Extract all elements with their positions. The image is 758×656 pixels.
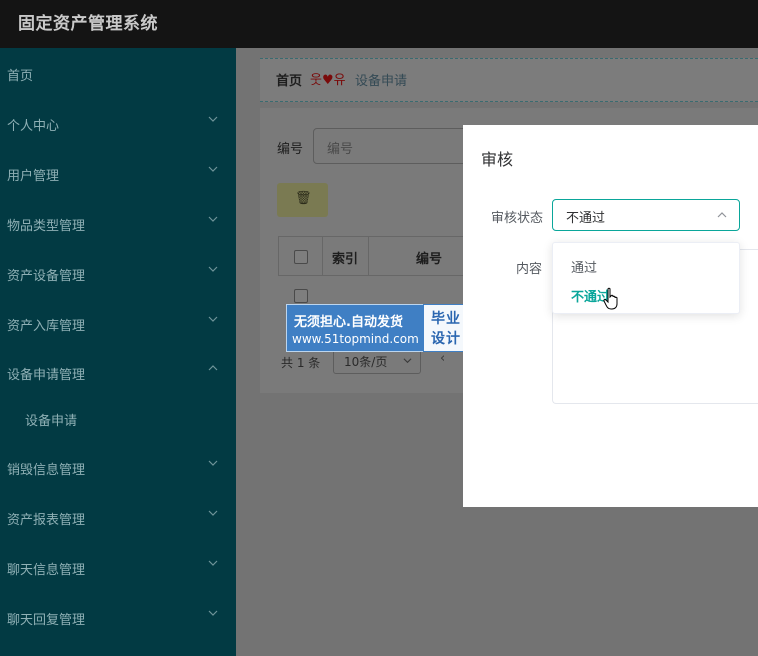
watermark-badge: 无须担心.自动发货 www.51topmind.com 毕业 设计 [286, 304, 470, 352]
sidebar-item-asset-stock-in-management[interactable]: 资产入库管理 [0, 305, 236, 341]
sidebar-item-label: 聊天回复管理 [7, 613, 86, 628]
sidebar-item-label: 首页 [7, 69, 34, 84]
row-checkbox[interactable] [294, 289, 308, 303]
search-input[interactable]: 编号 [313, 128, 485, 164]
sidebar-item-label: 资产入库管理 [7, 319, 86, 334]
page-size-value: 10条/页 [344, 355, 388, 369]
status-option-pass[interactable]: 通过 [571, 257, 597, 276]
sidebar-item-label: 资产设备管理 [7, 269, 86, 284]
search-label: 编号 [277, 142, 304, 157]
status-select-value: 不通过 [566, 211, 606, 226]
chevron-up-icon [208, 365, 218, 371]
table-header-index: 索引 [322, 236, 370, 276]
sidebar-item-item-type-management[interactable]: 物品类型管理 [0, 205, 236, 241]
watermark-logo-text: 毕业 [431, 311, 461, 327]
dialog-title: 审核 [481, 150, 514, 169]
chevron-down-icon [208, 510, 218, 516]
status-label: 审核状态 [491, 211, 544, 226]
chevron-down-icon [208, 216, 218, 222]
watermark-url: www.51topmind.com [292, 332, 419, 346]
chevron-down-icon [208, 460, 218, 466]
trash-icon: 🗑 [295, 191, 312, 206]
sidebar-item-personal-center[interactable]: 个人中心 [0, 105, 236, 141]
search-placeholder: 编号 [327, 142, 354, 157]
delete-button[interactable]: 🗑 [277, 183, 328, 217]
chevron-down-icon [208, 610, 218, 616]
breadcrumb-current: 设备申请 [355, 74, 408, 89]
watermark-text: 无须担心.自动发货 [294, 315, 403, 330]
sidebar-item-user-management[interactable]: 用户管理 [0, 155, 236, 191]
content-label: 内容 [516, 262, 543, 277]
chevron-down-icon [208, 560, 218, 566]
breadcrumb-separator: 웃♥유 [310, 73, 346, 88]
sidebar: 首页 个人中心 用户管理 物品类型管理 资产设备管理 资产入库管理 设备申请管理… [0, 48, 236, 656]
sidebar-item-destruction-info-management[interactable]: 销毁信息管理 [0, 449, 236, 485]
sidebar-item-label: 用户管理 [7, 169, 60, 184]
sidebar-item-chat-reply-management[interactable]: 聊天回复管理 [0, 599, 236, 635]
select-all-checkbox[interactable] [294, 250, 308, 264]
chevron-down-icon [208, 116, 218, 122]
pagination-total: 共 1 条 [281, 356, 321, 370]
sidebar-item-label: 设备申请 [25, 414, 78, 429]
chevron-up-icon [717, 212, 727, 218]
sidebar-item-home[interactable]: 首页 [0, 55, 236, 91]
table-header-select [278, 236, 324, 276]
sidebar-item-label: 设备申请管理 [7, 368, 86, 383]
review-dialog: 审核 审核状态 不通过 内容 通过 不通过 [463, 125, 758, 507]
sidebar-item-device-request-management[interactable]: 设备申请管理 [0, 354, 236, 390]
app-title: 固定资产管理系统 [18, 14, 158, 34]
prev-page-button[interactable]: ‹ [440, 351, 445, 366]
chevron-down-icon [208, 266, 218, 272]
breadcrumb-home[interactable]: 首页 [276, 70, 302, 89]
chevron-down-icon [403, 358, 412, 364]
table-header-label: 索引 [332, 252, 359, 267]
sidebar-item-label: 销毁信息管理 [7, 463, 86, 478]
top-bar: 固定资产管理系统 [0, 0, 758, 48]
sidebar-subitem-device-request[interactable]: 设备申请 [0, 400, 236, 436]
sidebar-item-asset-device-management[interactable]: 资产设备管理 [0, 255, 236, 291]
breadcrumb: 首页 웃♥유 设备申请 [260, 58, 758, 102]
sidebar-item-asset-report-management[interactable]: 资产报表管理 [0, 499, 236, 535]
sidebar-item-label: 聊天信息管理 [7, 563, 86, 578]
watermark-logo-text: 设计 [431, 331, 461, 347]
sidebar-item-chat-info-management[interactable]: 聊天信息管理 [0, 549, 236, 585]
table-header-label: 编号 [416, 252, 443, 267]
chevron-down-icon [208, 166, 218, 172]
sidebar-item-label: 物品类型管理 [7, 219, 86, 234]
sidebar-item-label: 资产报表管理 [7, 513, 86, 528]
sidebar-item-label: 个人中心 [7, 119, 60, 134]
status-select[interactable]: 不通过 [552, 199, 740, 231]
chevron-down-icon [208, 316, 218, 322]
status-dropdown: 通过 不通过 [552, 242, 740, 314]
hand-pointer-icon [603, 287, 618, 310]
